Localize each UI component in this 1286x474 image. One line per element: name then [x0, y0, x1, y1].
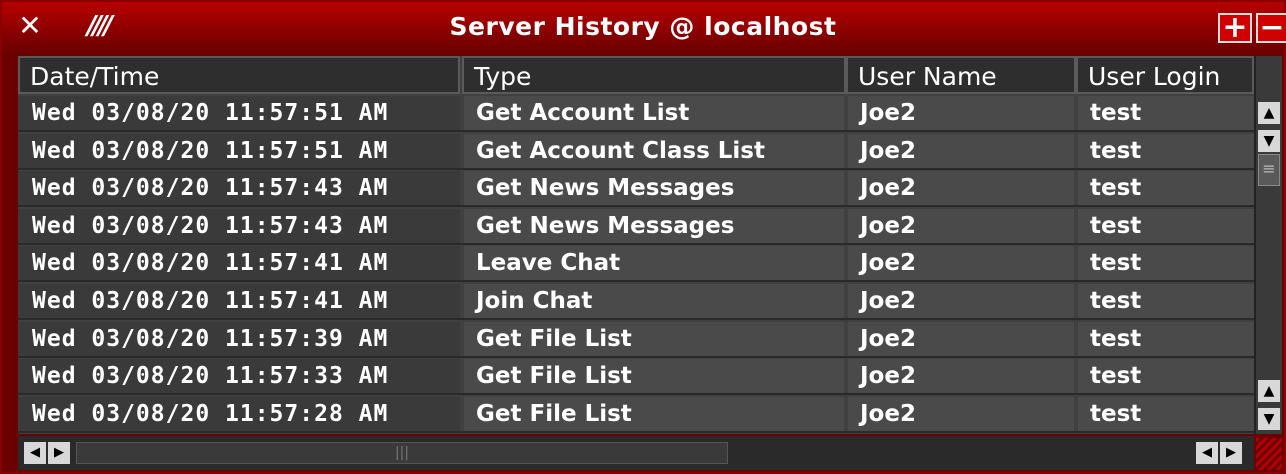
table-row[interactable]: Wed 03/08/20 11:57:43 AM Get News Message… [18, 171, 1254, 208]
column-header-datetime[interactable]: Date/Time [18, 56, 460, 94]
cell-type: Get Account Class List [464, 133, 844, 168]
scroll-left-end-icon[interactable]: ◀ [1196, 442, 1218, 464]
scroll-down-bottom-icon[interactable]: ▼ [1258, 408, 1280, 430]
column-header-type[interactable]: Type [462, 56, 846, 94]
cell-datetime: Wed 03/08/20 11:57:28 AM [18, 396, 460, 431]
cell-user-name: Joe2 [848, 208, 1074, 243]
cell-datetime: Wed 03/08/20 11:57:33 AM [18, 359, 460, 394]
table-row[interactable]: Wed 03/08/20 11:57:41 AM Join Chat Joe2 tes… [18, 284, 1254, 320]
cell-user-login: test [1078, 359, 1254, 394]
cell-type: Join Chat [464, 284, 844, 318]
table-row[interactable]: Wed 03/08/20 11:57:33 AM Get File List Joe… [18, 359, 1254, 396]
cell-user-login: test [1078, 246, 1254, 281]
minimize-icon[interactable]: − [1256, 13, 1286, 43]
maximize-icon[interactable]: + [1218, 13, 1252, 43]
scroll-up-icon[interactable]: ▲ [1258, 102, 1280, 124]
table-body: Wed 03/08/20 11:57:51 AM Get Account List… [18, 96, 1254, 434]
cell-user-login: test [1078, 96, 1254, 130]
resize-grip-icon[interactable] [1256, 438, 1282, 470]
history-table: Date/Time Type User Name User Login Wed … [18, 56, 1254, 434]
cell-datetime: Wed 03/08/20 11:57:51 AM [18, 133, 460, 168]
column-header-user-name[interactable]: User Name [846, 56, 1076, 94]
cell-type: Get Account List [464, 96, 844, 130]
scroll-right-end-icon[interactable]: ▶ [1220, 442, 1242, 464]
scroll-up-bottom-icon[interactable]: ▲ [1258, 380, 1280, 402]
table-header: Date/Time Type User Name User Login [18, 56, 1254, 94]
horizontal-scrollbar[interactable]: ◀ ▶ ||| ◀ ▶ [18, 436, 1254, 470]
cell-user-login: test [1078, 321, 1254, 356]
table-row[interactable]: Wed 03/08/20 11:57:39 AM Get File List Joe… [18, 321, 1254, 358]
cell-datetime: Wed 03/08/20 11:57:43 AM [18, 208, 460, 243]
cell-user-name: Joe2 [848, 396, 1074, 431]
cell-datetime: Wed 03/08/20 11:57:39 AM [18, 321, 460, 356]
window-title: Server History @ localhost [449, 12, 837, 41]
cell-type: Get News Messages [464, 171, 844, 206]
table-row[interactable]: Wed 03/08/20 11:57:51 AM Get Account Clas… [18, 133, 1254, 170]
cell-datetime: Wed 03/08/20 11:57:43 AM [18, 171, 460, 206]
cell-user-name: Joe2 [848, 171, 1074, 206]
table-row[interactable]: Wed 03/08/20 11:57:41 AM Leave Chat Joe2 te… [18, 246, 1254, 283]
cell-user-login: test [1078, 396, 1254, 431]
scroll-left-icon[interactable]: ◀ [24, 442, 46, 464]
cell-type: Get News Messages [464, 208, 844, 243]
cell-user-name: Joe2 [848, 96, 1074, 130]
cell-user-name: Joe2 [848, 284, 1074, 318]
scroll-down-icon[interactable]: ▼ [1258, 130, 1280, 152]
cell-user-name: Joe2 [848, 321, 1074, 356]
cell-datetime: Wed 03/08/20 11:57:51 AM [18, 96, 460, 130]
table-row[interactable]: Wed 03/08/20 11:57:43 AM Get News Message… [18, 208, 1254, 245]
vertical-scrollbar[interactable]: ▲ ▼ ≡ ▲ ▼ [1254, 56, 1282, 434]
scroll-right-icon[interactable]: ▶ [48, 442, 70, 464]
cell-user-login: test [1078, 171, 1254, 206]
cell-type: Get File List [464, 359, 844, 394]
vertical-scroll-thumb[interactable]: ≡ [1258, 154, 1280, 186]
cell-user-login: test [1078, 133, 1254, 168]
table-row[interactable]: Wed 03/08/20 11:57:51 AM Get Account List… [18, 96, 1254, 132]
horizontal-scroll-thumb[interactable]: ||| [76, 442, 728, 464]
title-bar[interactable]: ✕ //// Server History @ localhost + − [2, 2, 1286, 52]
cell-type: Leave Chat [464, 246, 844, 281]
cell-type: Get File List [464, 396, 844, 431]
column-header-user-login[interactable]: User Login [1076, 56, 1254, 94]
cell-datetime: Wed 03/08/20 11:57:41 AM [18, 284, 460, 318]
table-row[interactable]: Wed 03/08/20 11:57:28 AM Get File List Joe… [18, 396, 1254, 433]
cell-user-name: Joe2 [848, 359, 1074, 394]
cell-user-login: test [1078, 284, 1254, 318]
cell-type: Get File List [464, 321, 844, 356]
cell-datetime: Wed 03/08/20 11:57:41 AM [18, 246, 460, 281]
cell-user-name: Joe2 [848, 246, 1074, 281]
cell-user-login: test [1078, 208, 1254, 243]
cell-user-name: Joe2 [848, 133, 1074, 168]
